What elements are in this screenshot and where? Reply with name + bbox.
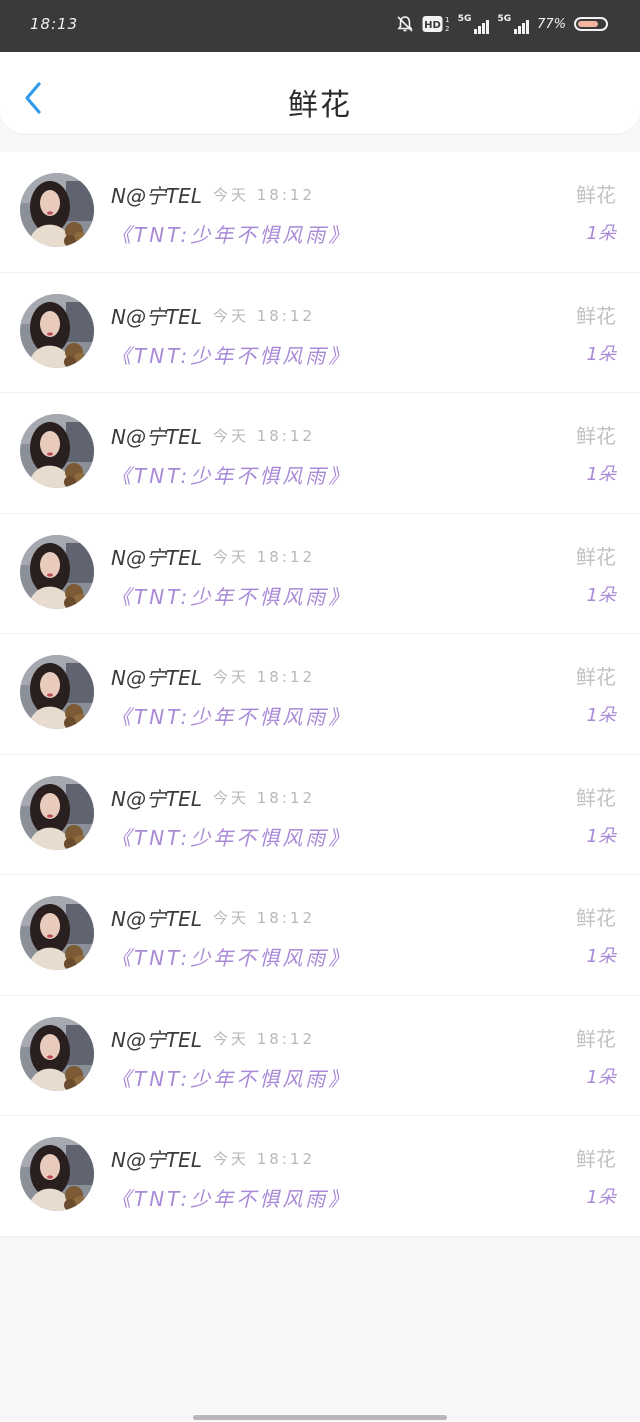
avatar[interactable]: [20, 293, 94, 368]
gift-record-list: N@宁TEL 今天 18:12 《TNT:少年不惧风雨》 鲜花 1朵 N@宁TE…: [0, 152, 640, 1237]
gift-name: 鲜花: [576, 1147, 616, 1171]
gift-name: 鲜花: [576, 183, 616, 207]
gift-time: 今天 18:12: [213, 306, 315, 325]
sender-name: N@宁TEL: [111, 1027, 202, 1052]
list-item[interactable]: N@宁TEL 今天 18:12 《TNT:少年不惧风雨》 鲜花 1朵: [0, 875, 640, 996]
avatar[interactable]: [20, 896, 94, 970]
avatar[interactable]: [20, 173, 94, 247]
song-title: 《TNT:少年不惧风雨》: [111, 946, 352, 970]
status-bar: 18:13 HD 1 2 5G 5G 77%: [0, 0, 640, 52]
avatar[interactable]: [20, 414, 94, 488]
gift-time: 今天 18:12: [213, 909, 315, 927]
gift-count: 1朵: [586, 343, 616, 365]
gift-count: 1朵: [586, 223, 616, 244]
song-title: 《TNT:少年不惧风雨》: [111, 343, 352, 368]
svg-text:1: 1: [445, 16, 449, 24]
network-label: 5G: [497, 14, 512, 24]
song-title: 《TNT:少年不惧风雨》: [111, 584, 352, 609]
song-title: 《TNT:少年不惧风雨》: [111, 223, 352, 247]
list-item[interactable]: N@宁TEL 今天 18:12 《TNT:少年不惧风雨》 鲜花 1朵: [0, 514, 640, 634]
network-label: 5G: [457, 14, 472, 24]
gift-count: 1朵: [586, 1066, 616, 1088]
avatar[interactable]: [20, 655, 94, 729]
avatar[interactable]: [20, 1137, 94, 1211]
gift-name: 鲜花: [576, 906, 616, 930]
list-item[interactable]: N@宁TEL 今天 18:12 《TNT:少年不惧风雨》 鲜花 1朵: [0, 273, 640, 393]
page-title: 鲜花: [288, 88, 352, 123]
list-item[interactable]: N@宁TEL 今天 18:12 《TNT:少年不惧风雨》 鲜花 1朵: [0, 1116, 640, 1237]
header-bar: 鲜花: [0, 52, 640, 135]
gift-time: 今天 18:12: [213, 427, 315, 445]
gift-name: 鲜花: [576, 544, 616, 569]
gift-name: 鲜花: [576, 785, 616, 810]
list-item[interactable]: N@宁TEL 今天 18:12 《TNT:少年不惧风雨》 鲜花 1朵: [0, 996, 640, 1116]
gift-count: 1朵: [586, 825, 616, 847]
status-time: 18:13: [30, 15, 79, 33]
song-title: 《TNT:少年不惧风雨》: [111, 705, 352, 729]
battery-icon: [574, 17, 608, 31]
sender-name: N@宁TEL: [111, 907, 202, 931]
sender-name: N@宁TEL: [111, 666, 202, 690]
song-title: 《TNT:少年不惧风雨》: [111, 464, 352, 488]
sender-name: N@宁TEL: [111, 184, 202, 208]
gift-count: 1朵: [586, 1187, 616, 1208]
gift-time: 今天 18:12: [213, 1150, 315, 1168]
list-item[interactable]: N@宁TEL 今天 18:12 《TNT:少年不惧风雨》 鲜花 1朵: [0, 152, 640, 273]
hd-icon: HD 1 2: [422, 14, 450, 34]
gift-time: 今天 18:12: [213, 668, 315, 686]
gift-time: 今天 18:12: [213, 788, 315, 807]
gift-time: 今天 18:12: [213, 186, 315, 204]
gift-time: 今天 18:12: [213, 1029, 315, 1048]
avatar[interactable]: [20, 775, 94, 850]
list-item[interactable]: N@宁TEL 今天 18:12 《TNT:少年不惧风雨》 鲜花 1朵: [0, 393, 640, 514]
gift-count: 1朵: [586, 584, 616, 606]
avatar[interactable]: [20, 1016, 94, 1091]
list-item[interactable]: N@宁TEL 今天 18:12 《TNT:少年不惧风雨》 鲜花 1朵: [0, 634, 640, 755]
gift-count: 1朵: [586, 946, 616, 967]
sender-name: N@宁TEL: [111, 545, 202, 570]
gift-count: 1朵: [586, 705, 616, 726]
sender-name: N@宁TEL: [111, 425, 202, 449]
song-title: 《TNT:少年不惧风雨》: [111, 1187, 352, 1211]
avatar[interactable]: [20, 534, 94, 609]
sender-name: N@宁TEL: [111, 1148, 202, 1172]
gift-name: 鲜花: [576, 1026, 616, 1051]
sender-name: N@宁TEL: [111, 786, 202, 811]
svg-text:HD: HD: [424, 20, 441, 31]
home-indicator[interactable]: [193, 1415, 447, 1420]
sender-name: N@宁TEL: [111, 304, 202, 329]
battery-percent: 77%: [537, 16, 566, 32]
gift-count: 1朵: [586, 464, 616, 485]
bell-off-icon: [396, 15, 414, 33]
gift-name: 鲜花: [576, 424, 616, 448]
song-title: 《TNT:少年不惧风雨》: [111, 1066, 352, 1091]
svg-text:2: 2: [445, 25, 449, 33]
gift-name: 鲜花: [576, 665, 616, 689]
song-title: 《TNT:少年不惧风雨》: [111, 825, 352, 850]
status-icons: HD 1 2 5G 5G 77%: [396, 14, 608, 34]
signal-icon: 5G: [458, 14, 490, 34]
gift-time: 今天 18:12: [213, 547, 315, 566]
signal-icon: 5G: [497, 14, 530, 34]
list-item[interactable]: N@宁TEL 今天 18:12 《TNT:少年不惧风雨》 鲜花 1朵: [0, 755, 640, 875]
gift-name: 鲜花: [576, 303, 616, 328]
